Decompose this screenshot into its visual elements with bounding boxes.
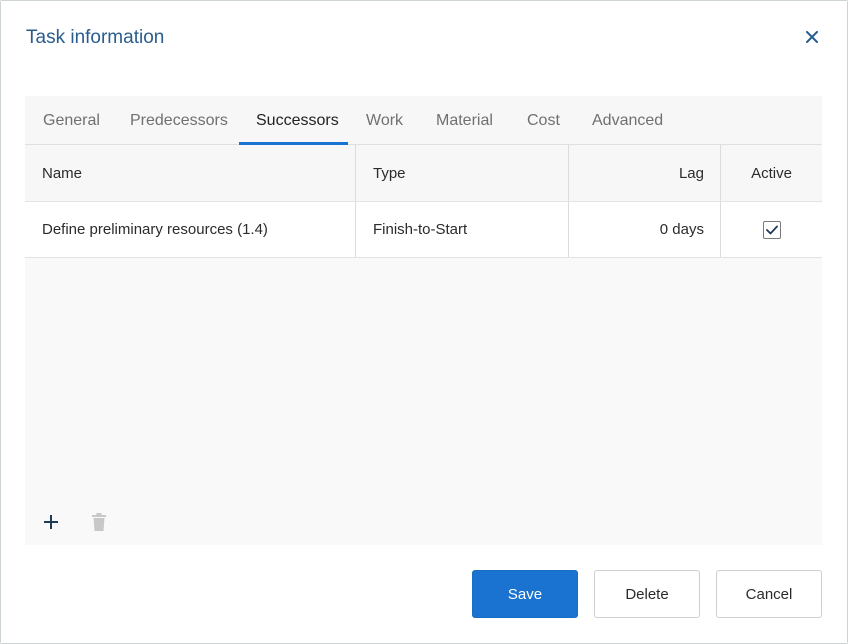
- delete-successor-button[interactable]: [89, 511, 109, 533]
- tab-successors[interactable]: Successors: [256, 96, 339, 144]
- tab-bar: General Predecessors Successors Work Mat…: [25, 96, 822, 145]
- grid-header: Name Type Lag Active: [25, 145, 822, 202]
- tab-advanced[interactable]: Advanced: [592, 96, 663, 144]
- cell-type[interactable]: Finish-to-Start: [356, 202, 569, 257]
- plus-icon: [44, 515, 58, 529]
- delete-button[interactable]: Delete: [594, 570, 700, 618]
- column-header-lag[interactable]: Lag: [569, 145, 721, 201]
- column-header-active[interactable]: Active: [721, 145, 822, 201]
- column-header-type[interactable]: Type: [356, 145, 569, 201]
- task-information-dialog: Task information General Predecessors Su…: [1, 1, 847, 643]
- cancel-button[interactable]: Cancel: [716, 570, 822, 618]
- column-header-name[interactable]: Name: [25, 145, 356, 201]
- close-icon: [806, 31, 818, 43]
- tab-predecessors[interactable]: Predecessors: [130, 96, 228, 144]
- checkmark-icon: [765, 225, 778, 234]
- tab-general[interactable]: General: [43, 96, 100, 144]
- add-successor-button[interactable]: [40, 511, 62, 533]
- close-button[interactable]: [800, 25, 824, 49]
- cell-lag[interactable]: 0 days: [569, 202, 721, 257]
- tab-work[interactable]: Work: [366, 96, 403, 144]
- cell-name[interactable]: Define preliminary resources (1.4): [25, 202, 356, 257]
- cell-active: [721, 202, 822, 257]
- successors-grid: Name Type Lag Active Define preliminary …: [25, 145, 822, 545]
- tab-material[interactable]: Material: [436, 96, 493, 144]
- save-button[interactable]: Save: [472, 570, 578, 618]
- table-row[interactable]: Define preliminary resources (1.4) Finis…: [25, 202, 822, 258]
- active-checkbox[interactable]: [762, 220, 781, 239]
- dialog-title: Task information: [26, 27, 165, 48]
- trash-icon: [92, 513, 106, 531]
- tab-cost[interactable]: Cost: [527, 96, 560, 144]
